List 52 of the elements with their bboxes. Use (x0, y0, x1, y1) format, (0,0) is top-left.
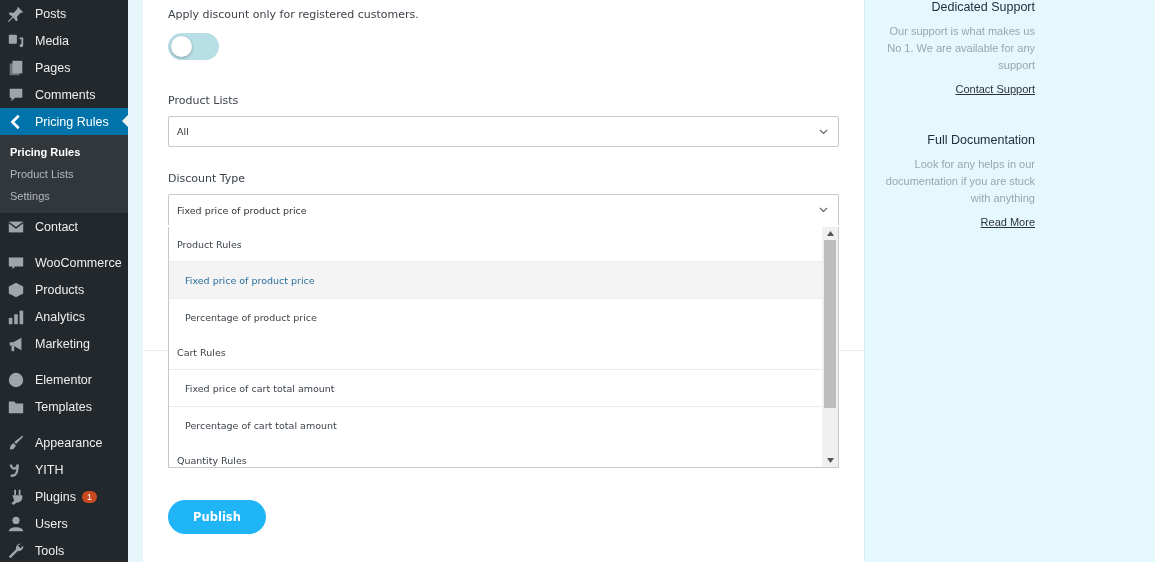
toggle-switch[interactable] (168, 33, 219, 60)
card-title: Full Documentation (927, 133, 1035, 147)
card-title: Dedicated Support (931, 0, 1035, 14)
field-label: Discount Type (168, 172, 246, 185)
wrench-icon (7, 541, 25, 560)
sidebar-menu-item[interactable]: Media (0, 27, 128, 54)
pages-icon (7, 58, 25, 77)
sidebar-menu-item[interactable]: Comments (0, 81, 128, 108)
sidebar-menu-item[interactable]: Products (0, 276, 128, 303)
scrollbar[interactable] (822, 227, 838, 467)
submenu-item[interactable]: Pricing Rules (0, 141, 128, 163)
option-group-label: Product Rules (176, 238, 243, 252)
sidebar-menu-item[interactable]: Posts (0, 0, 128, 27)
submenu-item[interactable]: Product Lists (0, 163, 128, 185)
sidebar-menu-item[interactable]: Appearance (0, 429, 128, 456)
sidebar-menu-item[interactable]: Plugins 1 (0, 483, 128, 510)
scroll-up-icon (826, 231, 834, 236)
card-link[interactable]: Contact Support (955, 83, 1035, 95)
sidebar-menu-item[interactable]: YITH (0, 456, 128, 483)
option-group-label: Quantity Rules (176, 454, 248, 467)
cube-icon (7, 280, 25, 299)
chevron-down-icon (819, 128, 828, 135)
dropdown-option[interactable]: Fixed price of product price (169, 261, 822, 298)
dropdown-option[interactable]: Fixed price of cart total amount (169, 369, 822, 406)
dropdown-option[interactable]: Percentage of cart total amount (169, 406, 822, 443)
sidebar-menu-item[interactable]: Marketing (0, 330, 128, 357)
sidebar-menu-item[interactable]: Contact (0, 213, 128, 240)
field-label: Apply discount only for registered customers. (168, 8, 419, 21)
field-label: Product Lists (168, 94, 239, 107)
select-field[interactable]: All (168, 116, 839, 147)
chevron-down-icon (819, 207, 828, 213)
sidebar-menu-item[interactable]: Pricing Rules (0, 108, 128, 135)
pushpin-icon (7, 4, 25, 23)
sidebar-menu-item[interactable]: Tools (0, 537, 128, 562)
sidebar-menu-item[interactable]: Users (0, 510, 128, 537)
dropdown-option[interactable]: Percentage of product price (169, 298, 822, 335)
circle-icon (7, 370, 25, 389)
paintbrush-icon (7, 433, 25, 452)
submenu-item[interactable]: Settings (0, 185, 128, 207)
card-description: Our support is what makes us No 1. We are available for any support (886, 24, 1035, 73)
sidebar-menu-item[interactable]: WooCommerce (0, 249, 128, 276)
sidebar-menu-item[interactable]: Templates (0, 393, 128, 420)
person-icon (7, 514, 25, 533)
sidebar-menu-item[interactable]: Pages (0, 54, 128, 81)
sidebar-menu-item[interactable]: Elementor (0, 366, 128, 393)
card-link[interactable]: Read More (980, 216, 1035, 228)
update-count-badge: 1 (82, 490, 97, 503)
sidebar-menu-item[interactable]: Analytics (0, 303, 128, 330)
card-description: Look for any helps in our documentation if you are stuck with anything (884, 157, 1035, 206)
scroll-down-icon (826, 458, 834, 463)
option-group-label: Cart Rules (176, 346, 227, 360)
select-field[interactable]: Fixed price of product price (168, 194, 839, 225)
